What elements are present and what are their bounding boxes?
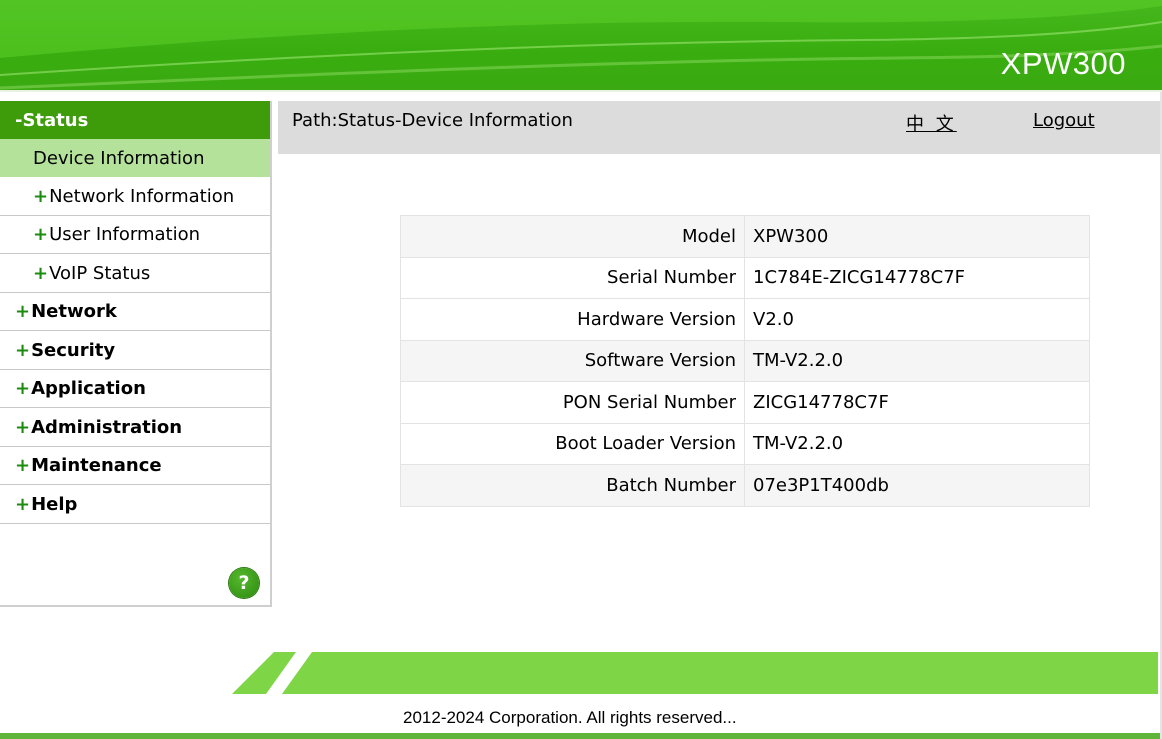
sidebar-item-device-information[interactable]: Device Information — [0, 139, 270, 177]
sidebar-item-help[interactable]: + Help — [0, 485, 270, 524]
sidebar-item-label: User Information — [49, 224, 201, 245]
sidebar-item-maintenance[interactable]: + Maintenance — [0, 447, 270, 485]
table-row: PON Serial Number ZICG14778C7F — [400, 381, 1090, 424]
field-label: Hardware Version — [400, 298, 745, 341]
field-label: Boot Loader Version — [400, 422, 745, 465]
sidebar-item-label: Application — [31, 378, 146, 399]
field-value: V2.0 — [744, 298, 1090, 341]
sidebar-item-voip-status[interactable]: + VoIP Status — [0, 254, 270, 293]
sidebar-item-label: Help — [31, 493, 78, 515]
sidebar-item-user-information[interactable]: + User Information — [0, 216, 270, 254]
table-row: Hardware Version V2.0 — [400, 298, 1090, 341]
header-banner: XPW300 — [0, 0, 1162, 90]
expand-plus-icon: + — [33, 185, 49, 207]
expand-plus-icon: + — [15, 378, 31, 399]
table-row: Batch Number 07e3P1T400db — [400, 464, 1090, 507]
expand-plus-icon: + — [15, 416, 31, 438]
table-row: Model XPW300 — [400, 215, 1090, 258]
sidebar-item-label: Administration — [31, 416, 183, 438]
sidebar-item-label: Security — [31, 339, 116, 361]
sidebar-item-label: Network Information — [49, 185, 235, 207]
sidebar-item-network-information[interactable]: + Network Information — [0, 177, 270, 216]
expand-plus-icon: + — [15, 455, 31, 476]
field-value: 1C784E-ZICG14778C7F — [744, 256, 1090, 299]
expand-plus-icon: + — [33, 262, 49, 284]
field-value: 07e3P1T400db — [744, 464, 1090, 507]
field-value: TM-V2.2.0 — [744, 339, 1090, 382]
expand-plus-icon: + — [15, 493, 31, 515]
sidebar-item-network[interactable]: + Network — [0, 293, 270, 331]
footer-green-bar — [232, 652, 1158, 694]
table-row: Boot Loader Version TM-V2.2.0 — [400, 422, 1090, 465]
sidebar-item-status[interactable]: -Status — [0, 101, 270, 139]
field-value: ZICG14778C7F — [744, 381, 1090, 424]
field-label: Model — [400, 215, 745, 258]
field-value: TM-V2.2.0 — [744, 422, 1090, 465]
field-label: PON Serial Number — [400, 381, 745, 424]
field-label: Serial Number — [400, 256, 745, 299]
path-bar: Path:Status-Device Information 中 文 Logou… — [278, 101, 1162, 154]
header-wave-decoration — [0, 0, 1162, 90]
sidebar-item-label: Maintenance — [31, 455, 162, 476]
expand-plus-icon: + — [15, 301, 31, 322]
table-row: Software Version TM-V2.2.0 — [400, 339, 1090, 382]
sidebar-item-label: Network — [31, 301, 117, 322]
sidebar-item-application[interactable]: + Application — [0, 370, 270, 408]
expand-plus-icon: + — [33, 224, 49, 245]
footer-bottom-line — [0, 733, 1162, 739]
device-brand-title: XPW300 — [1000, 46, 1126, 81]
sidebar-item-administration[interactable]: + Administration — [0, 408, 270, 447]
device-info-table: Model XPW300 Serial Number 1C784E-ZICG14… — [400, 215, 1090, 507]
language-switch-link[interactable]: 中 文 — [906, 110, 957, 136]
copyright-text: 2012-2024 Corporation. All rights reserv… — [403, 708, 737, 727]
help-icon[interactable]: ? — [229, 568, 259, 598]
sidebar-item-label: VoIP Status — [49, 262, 151, 284]
breadcrumb: Path:Status-Device Information — [292, 110, 573, 131]
sidebar-menu: -Status Device Information + Network Info… — [0, 101, 272, 607]
header-divider — [0, 90, 1162, 92]
sidebar-item-security[interactable]: + Security — [0, 331, 270, 370]
logout-link[interactable]: Logout — [1033, 110, 1095, 131]
expand-plus-icon: + — [15, 339, 31, 361]
table-row: Serial Number 1C784E-ZICG14778C7F — [400, 256, 1090, 299]
field-label: Software Version — [400, 339, 745, 382]
field-value: XPW300 — [744, 215, 1090, 258]
field-label: Batch Number — [400, 464, 745, 507]
